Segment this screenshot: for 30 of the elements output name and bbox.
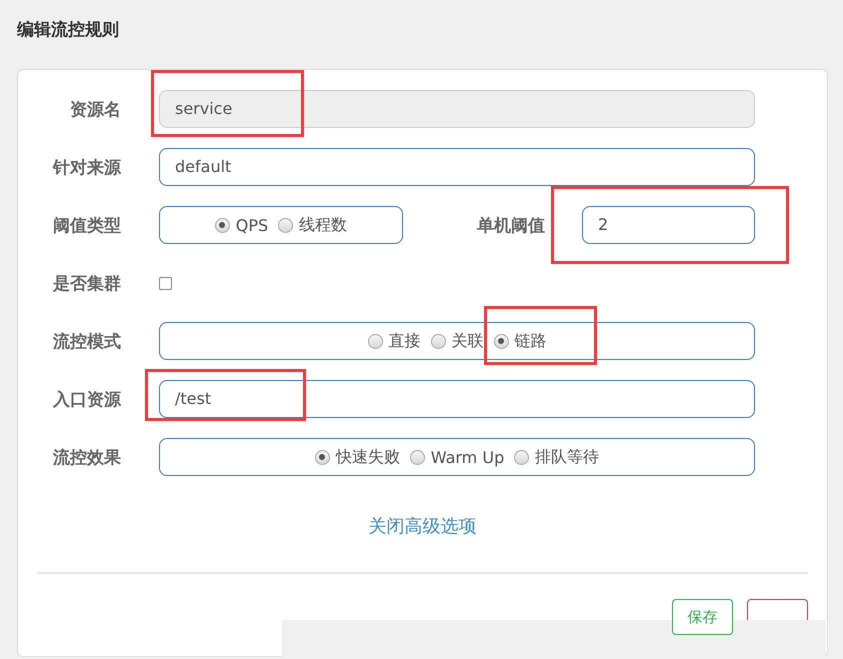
field-label: 流控效果: [52, 446, 121, 468]
input-field[interactable]: /test: [159, 380, 755, 418]
radio-button[interactable]: [410, 450, 425, 464]
input-field[interactable]: default: [159, 148, 755, 186]
field-label: 阈值类型: [52, 214, 121, 236]
field-label: 是否集群: [52, 272, 121, 294]
radio-label[interactable]: 链路: [514, 330, 546, 352]
radio-button[interactable]: [430, 334, 446, 348]
checkbox[interactable]: [159, 276, 172, 290]
dialog-title: 编辑流控规则: [17, 19, 119, 42]
radio-label[interactable]: Warm Up: [430, 448, 504, 466]
radio-button[interactable]: [494, 334, 508, 348]
radio-label[interactable]: 关联: [452, 330, 484, 352]
radio-button[interactable]: [514, 450, 530, 464]
input-field[interactable]: 2: [582, 206, 755, 244]
radio-label[interactable]: 快速失败: [336, 446, 400, 468]
advanced-options-link[interactable]: 关闭高级选项: [368, 514, 476, 538]
radio-label[interactable]: 线程数: [299, 214, 348, 236]
field-label: 针对来源: [52, 156, 121, 178]
field-label: 单机阈值: [476, 214, 545, 236]
radio-button[interactable]: [314, 450, 330, 464]
radio-label[interactable]: 排队等待: [535, 446, 600, 468]
field-label: 资源名: [69, 98, 121, 120]
radio-label[interactable]: QPS: [236, 216, 268, 234]
field-label: 入口资源: [52, 388, 121, 410]
radio-button[interactable]: [214, 218, 230, 232]
field-label: 流控模式: [52, 330, 121, 352]
radio-button[interactable]: [368, 334, 382, 348]
radio-button[interactable]: [278, 218, 294, 232]
radio-label[interactable]: 直接: [388, 330, 420, 352]
